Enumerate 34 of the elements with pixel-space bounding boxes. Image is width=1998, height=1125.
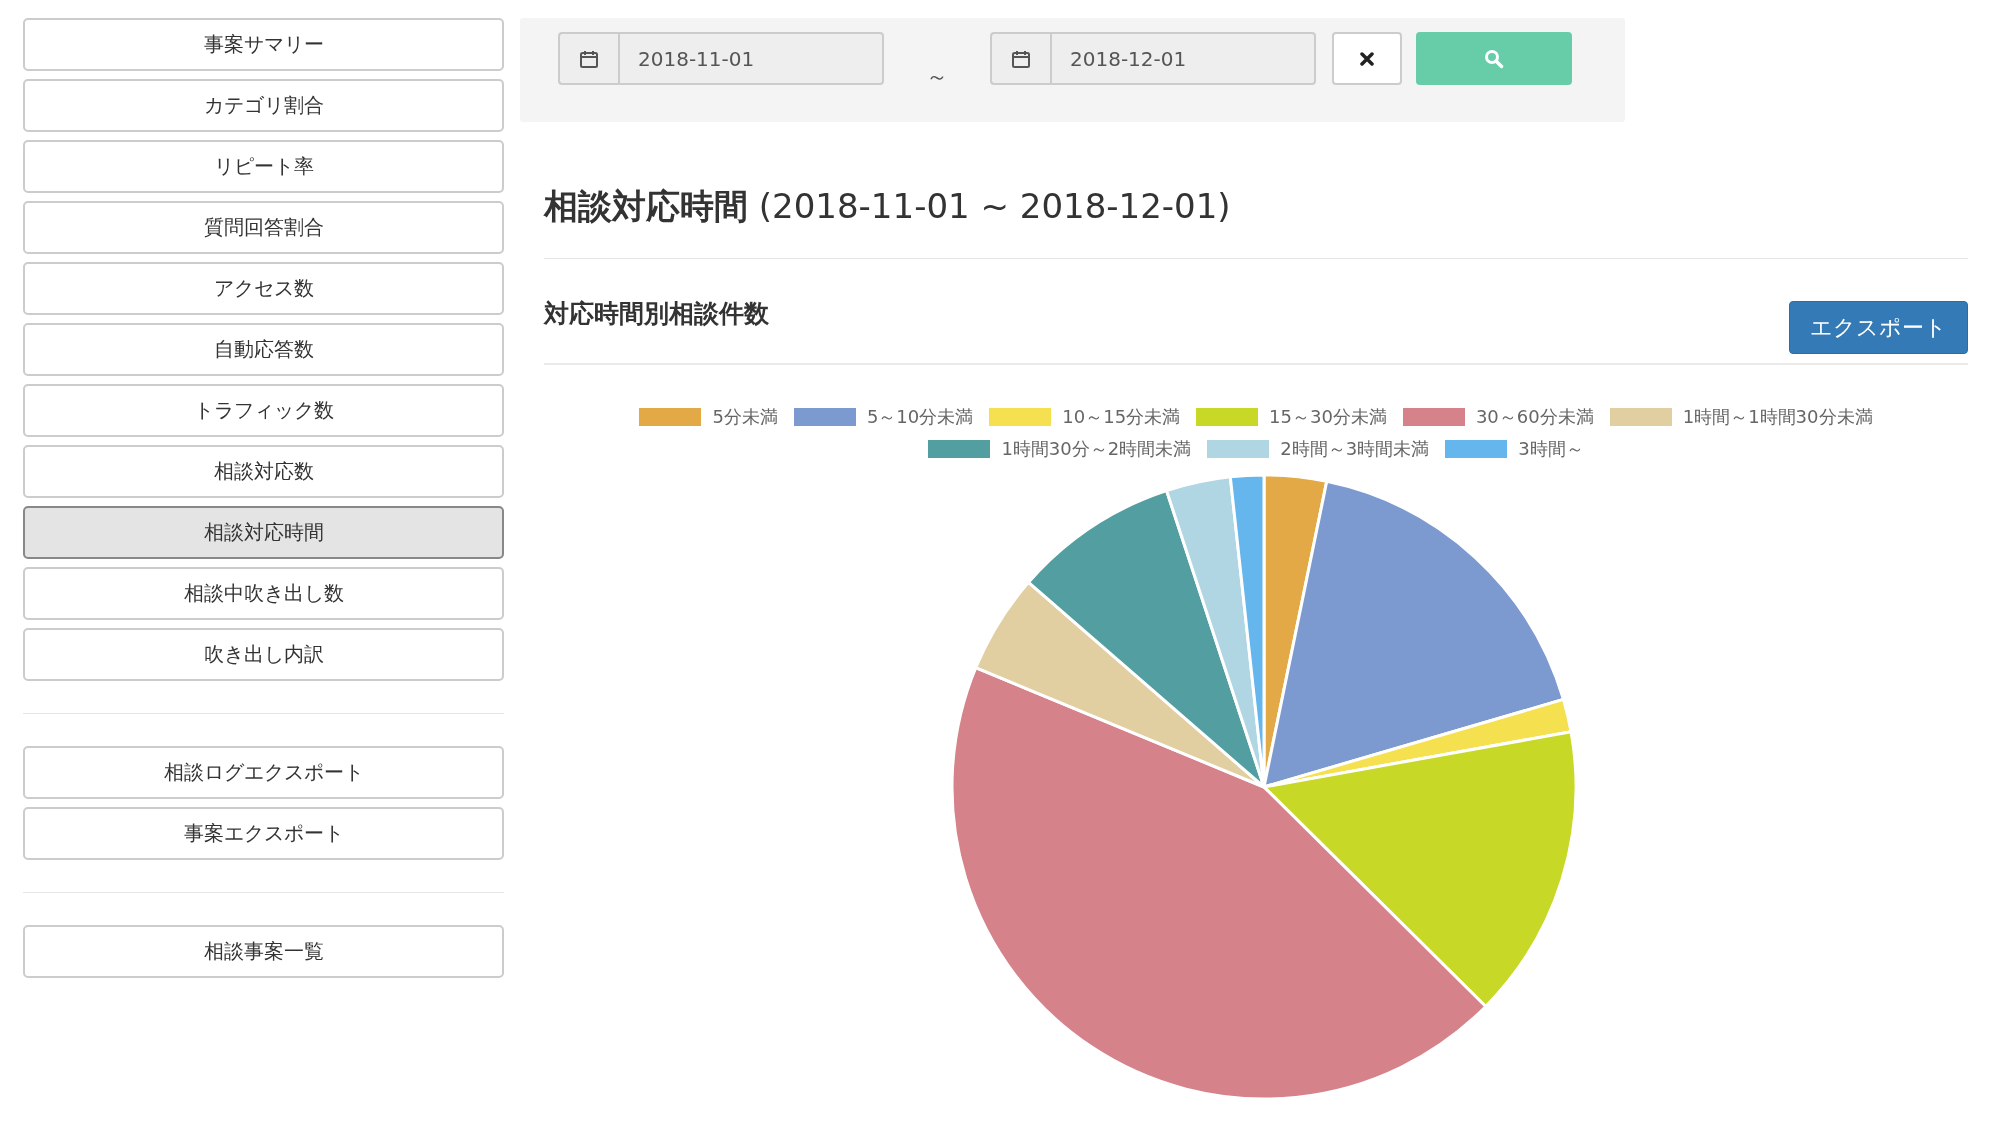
sidebar-item[interactable]: 質問回答割合 <box>23 201 504 254</box>
legend-label: 5分未満 <box>712 405 778 429</box>
section-heading: 対応時間別相談件数 <box>544 298 769 330</box>
sidebar-item[interactable]: 吹き出し内訳 <box>23 628 504 681</box>
sidebar-item[interactable]: 相談対応時間 <box>23 506 504 559</box>
legend-label: 3時間～ <box>1518 437 1584 461</box>
sidebar-item[interactable]: リピート率 <box>23 140 504 193</box>
legend-label: 10～15分未満 <box>1062 405 1181 429</box>
legend-label: 5～10分未満 <box>866 405 974 429</box>
page-title: 相談対応時間 (2018-11-01 ~ 2018-12-01) <box>544 184 1968 259</box>
sidebar-item[interactable]: カテゴリ割合 <box>23 79 504 132</box>
legend-label: 1時間～1時間30分未満 <box>1682 405 1873 429</box>
sidebar-item[interactable]: 相談事案一覧 <box>23 925 504 978</box>
sidebar-item[interactable]: 相談ログエクスポート <box>23 746 504 799</box>
sidebar-item[interactable]: 自動応答数 <box>23 323 504 376</box>
sidebar-item[interactable]: 事案エクスポート <box>23 807 504 860</box>
sidebar-item[interactable]: 相談中吹き出し数 <box>23 567 504 620</box>
sidebar-item[interactable]: トラフィック数 <box>23 384 504 437</box>
sidebar-item[interactable]: 事案サマリー <box>23 18 504 71</box>
calendar-icon <box>579 48 599 69</box>
legend-label: 15～30分未満 <box>1269 405 1387 429</box>
sidebar-item[interactable]: 相談対応数 <box>23 445 504 498</box>
end-date-field[interactable]: 2018-12-01 <box>1050 32 1316 85</box>
legend-label: 30～60分未満 <box>1475 405 1594 429</box>
search-icon <box>1484 48 1504 69</box>
close-icon <box>1360 51 1374 66</box>
sidebar-item[interactable]: アクセス数 <box>23 262 504 315</box>
clear-button[interactable] <box>1332 32 1402 85</box>
range-separator: ～ <box>925 63 949 91</box>
start-date-field[interactable]: 2018-11-01 <box>618 32 884 85</box>
legend-label: 2時間～3時間未満 <box>1280 437 1430 461</box>
legend-label: 1時間30分～2時間未満 <box>1001 437 1192 461</box>
export-button[interactable]: エクスポート <box>1789 301 1968 354</box>
calendar-icon <box>1011 48 1031 69</box>
